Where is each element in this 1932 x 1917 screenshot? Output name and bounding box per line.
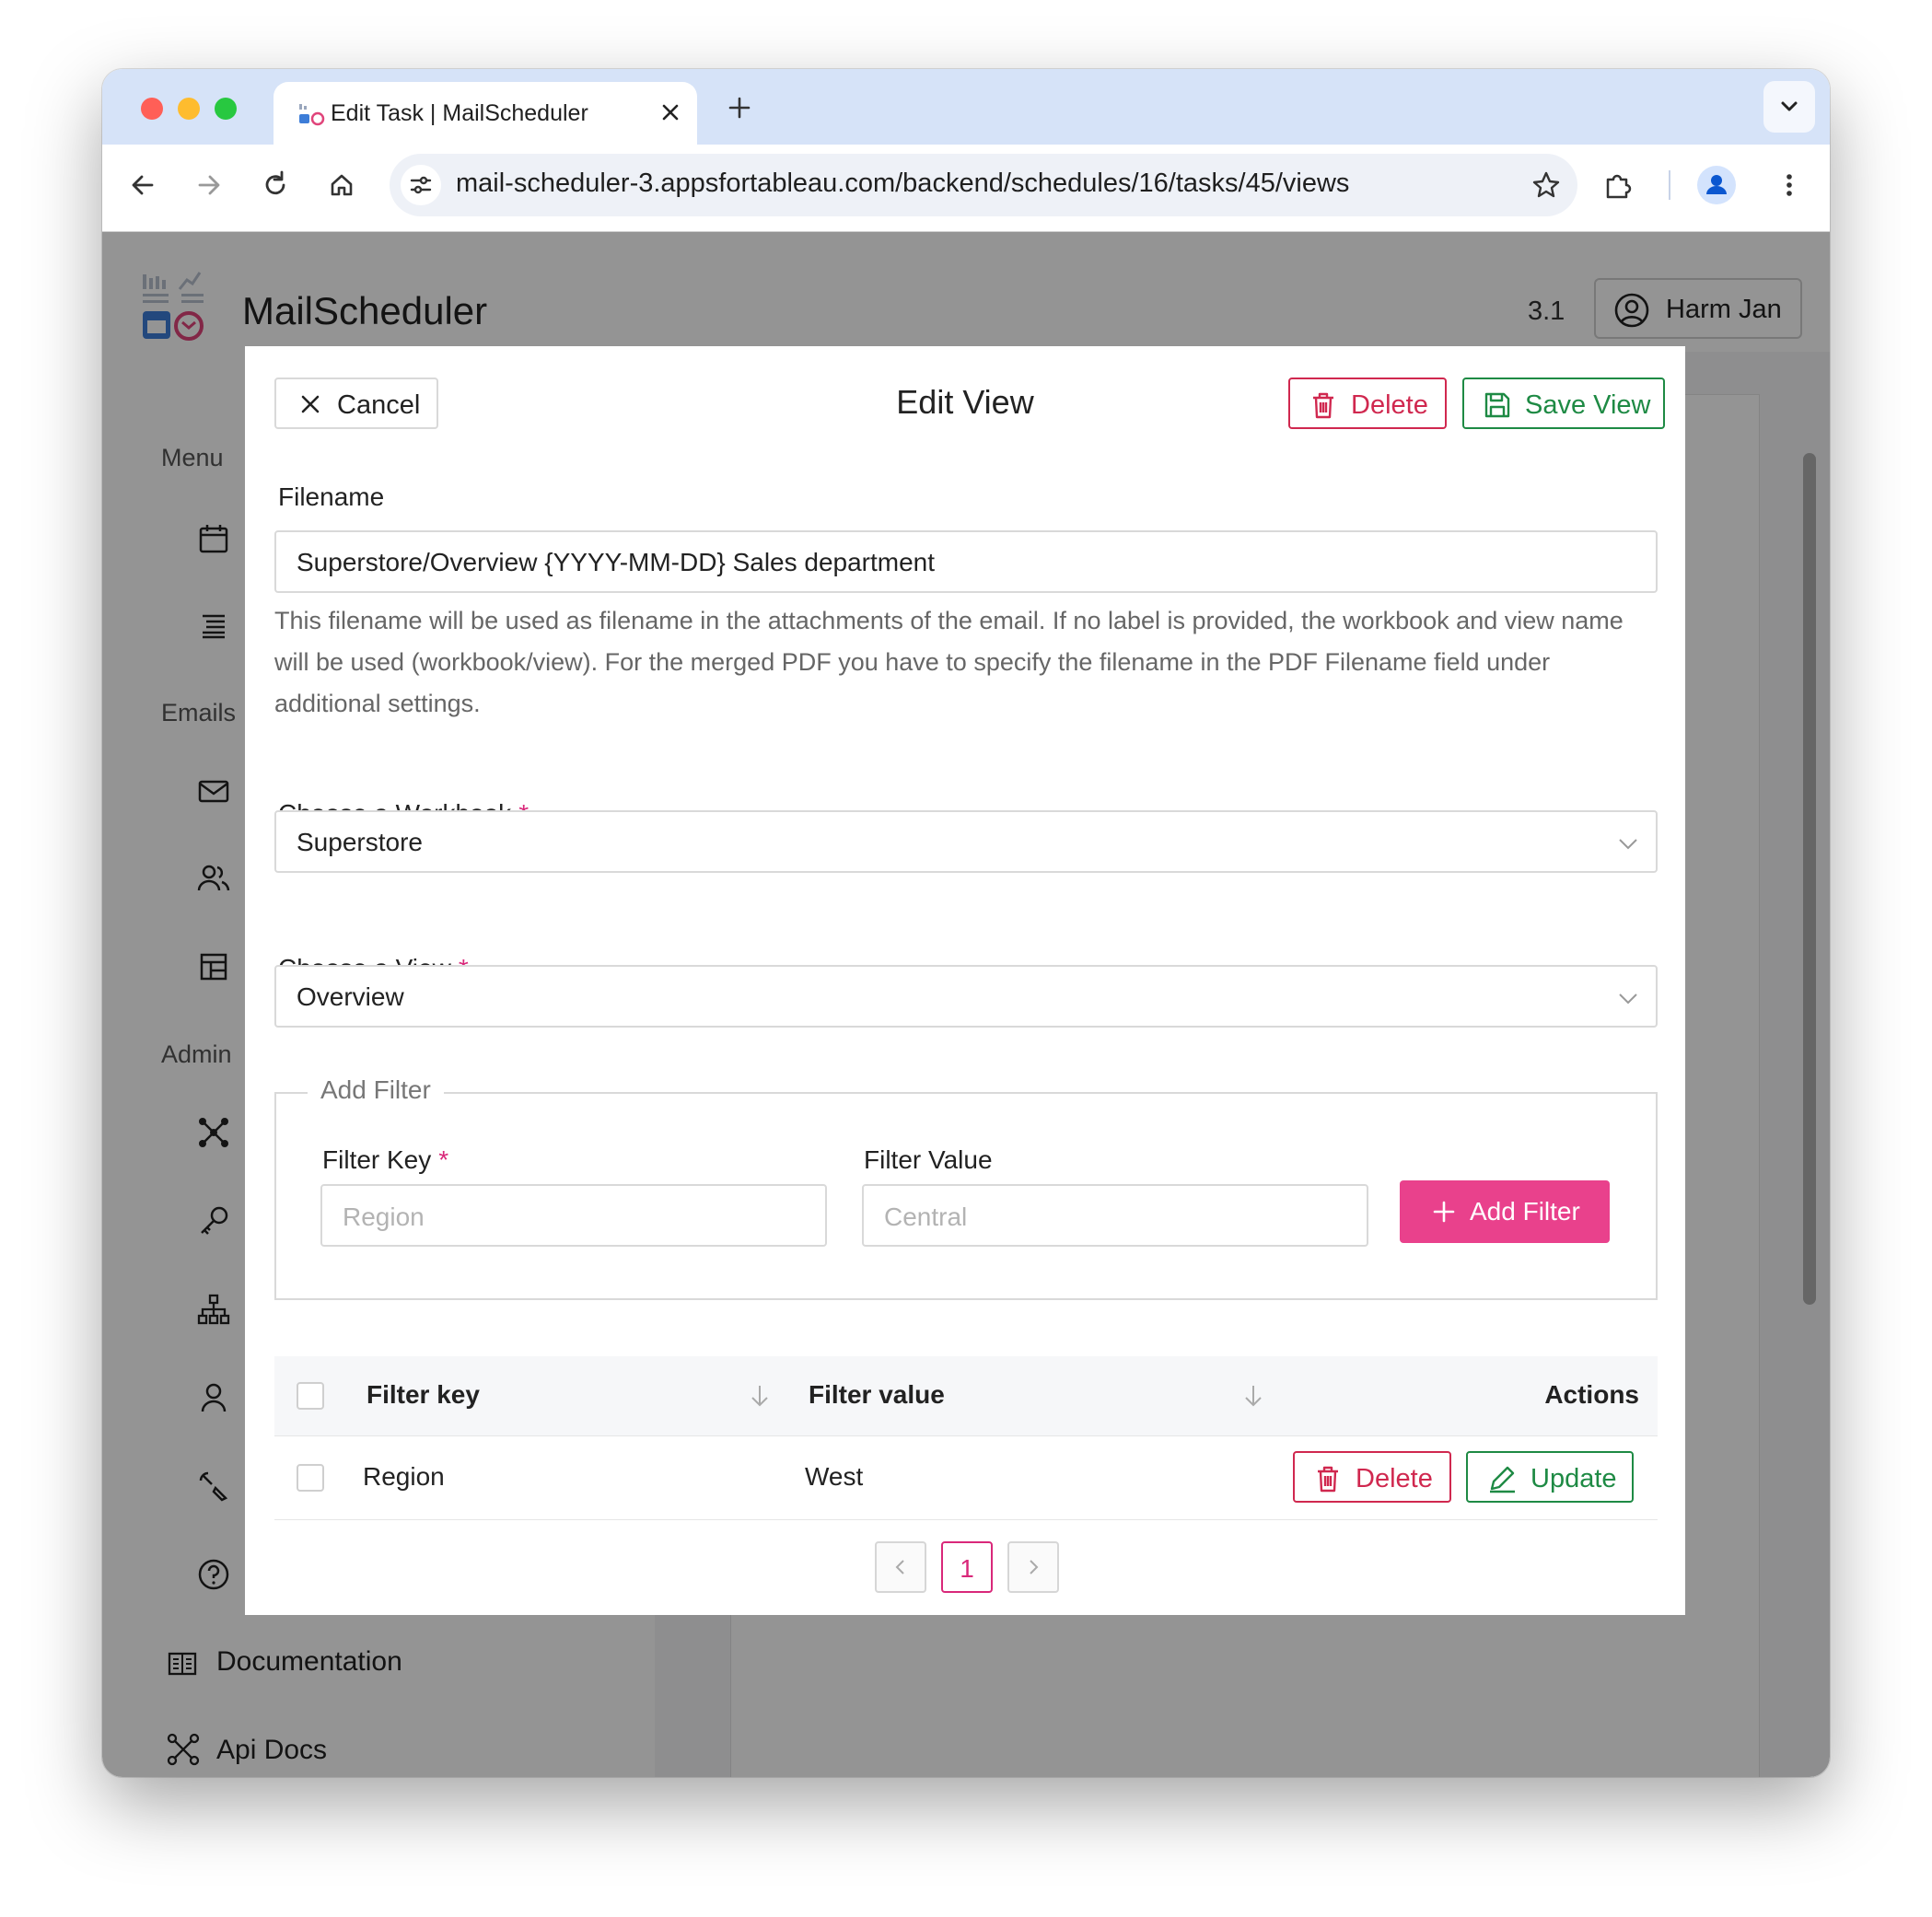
chevron-down-icon — [1619, 839, 1637, 850]
pagination-page-button[interactable]: 1 — [941, 1541, 993, 1593]
select-all-checkbox[interactable] — [297, 1382, 324, 1410]
filename-label: Filename — [278, 482, 385, 511]
column-actions: Actions — [1544, 1380, 1639, 1409]
zoom-window-button[interactable] — [215, 98, 237, 120]
page-scrollbar[interactable] — [1803, 453, 1816, 1305]
trash-icon — [1318, 1466, 1338, 1493]
kebab-menu-icon[interactable] — [1771, 167, 1808, 203]
chevron-down-icon — [1619, 993, 1637, 1005]
chevron-left-icon — [895, 1560, 904, 1574]
back-icon[interactable] — [124, 167, 161, 203]
toolbar-divider — [1669, 170, 1670, 200]
view-select[interactable]: Overview — [274, 965, 1658, 1028]
add-filter-legend: Add Filter — [308, 1075, 444, 1105]
delete-view-button[interactable]: Delete — [1288, 378, 1447, 429]
column-filter-value[interactable]: Filter value — [809, 1380, 945, 1410]
chevron-down-icon — [1781, 101, 1798, 111]
minimize-window-button[interactable] — [178, 98, 200, 120]
row-filter-key: Region — [363, 1462, 445, 1491]
plus-icon — [1433, 1201, 1455, 1223]
bookmark-star-icon[interactable] — [1528, 167, 1565, 203]
workbook-select[interactable]: Superstore — [274, 810, 1658, 873]
browser-window: Edit Task | MailScheduler mail-scheduler… — [102, 69, 1830, 1777]
pagination-next-button[interactable] — [1007, 1541, 1059, 1593]
browser-tab[interactable]: Edit Task | MailScheduler — [274, 82, 697, 145]
filename-input[interactable]: Superstore/Overview {YYYY-MM-DD} Sales d… — [274, 530, 1658, 593]
tune-icon — [410, 176, 432, 194]
home-icon[interactable] — [323, 167, 360, 203]
add-filter-button[interactable]: Add Filter — [1400, 1180, 1610, 1243]
filter-value-label: Filter Value — [864, 1145, 993, 1174]
row-checkbox[interactable] — [297, 1464, 324, 1492]
table-row: Region West Delete Update — [274, 1436, 1658, 1520]
url-text: mail-scheduler-3.appsfortableau.com/back… — [456, 168, 1350, 198]
tab-search-button[interactable] — [1763, 81, 1815, 133]
address-bar[interactable]: mail-scheduler-3.appsfortableau.com/back… — [390, 154, 1577, 216]
filter-key-input[interactable]: Region — [320, 1184, 827, 1247]
tab-title: Edit Task | MailScheduler — [331, 100, 588, 126]
pagination-prev-button[interactable] — [875, 1541, 926, 1593]
web-page: MailScheduler 3.1 Harm Jan Menu Emails A… — [102, 232, 1830, 1777]
close-tab-icon[interactable] — [657, 99, 684, 126]
sort-arrow-icon[interactable] — [1241, 1382, 1265, 1410]
save-view-button[interactable]: Save View — [1462, 378, 1665, 429]
row-filter-value: West — [805, 1462, 864, 1491]
reload-icon[interactable] — [257, 167, 294, 203]
edit-view-modal: Cancel Edit View Delete Save View Filena… — [245, 346, 1685, 1615]
row-delete-button[interactable]: Delete — [1293, 1451, 1451, 1503]
required-marker: * — [438, 1145, 449, 1174]
row-update-button[interactable]: Update — [1466, 1451, 1634, 1503]
browser-toolbar: mail-scheduler-3.appsfortableau.com/back… — [102, 145, 1830, 232]
column-filter-key[interactable]: Filter key — [367, 1380, 480, 1410]
filename-help-text: This filename will be used as filename i… — [274, 607, 1624, 717]
new-tab-icon[interactable] — [721, 89, 758, 126]
site-settings-button[interactable] — [401, 165, 441, 205]
close-window-button[interactable] — [141, 98, 163, 120]
sort-arrow-icon[interactable] — [748, 1382, 772, 1410]
filter-table-header: Filter key Filter value Actions — [274, 1356, 1658, 1436]
profile-avatar-icon[interactable] — [1696, 165, 1737, 205]
chevron-right-icon — [1030, 1560, 1039, 1574]
forward-icon[interactable] — [191, 167, 227, 203]
save-icon — [1484, 392, 1510, 418]
tab-strip: Edit Task | MailScheduler — [102, 69, 1830, 145]
favicon-icon — [299, 104, 325, 126]
trash-icon — [1313, 392, 1333, 419]
filter-value-input[interactable]: Central — [862, 1184, 1368, 1247]
pencil-icon — [1490, 1466, 1515, 1493]
extensions-icon[interactable] — [1600, 167, 1636, 203]
filter-key-label: Filter Key * — [322, 1145, 449, 1174]
